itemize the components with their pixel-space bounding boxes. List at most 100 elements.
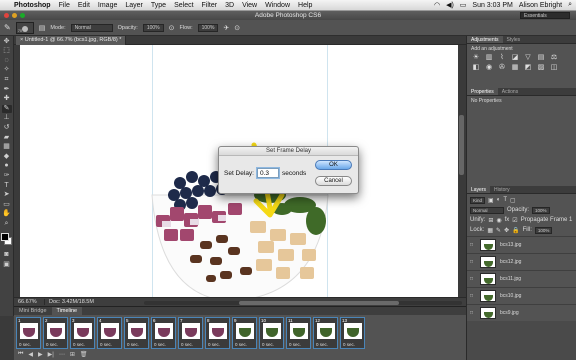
visibility-icon[interactable]: □: [470, 310, 476, 316]
pressure-size-icon[interactable]: ⊙: [234, 24, 240, 32]
frame-delay[interactable]: 0 sec.: [127, 342, 139, 347]
ok-button[interactable]: OK: [315, 160, 352, 170]
animation-frame[interactable]: 80 sec.: [205, 317, 230, 349]
animation-frame[interactable]: 12 0 sec.: [313, 317, 338, 349]
frame-delay[interactable]: 0 sec.: [316, 342, 328, 347]
color-lookup-icon[interactable]: ▦: [510, 64, 520, 72]
lock-pixels-icon[interactable]: ✎: [496, 227, 501, 234]
color-balance-icon[interactable]: ⚖: [549, 54, 559, 62]
menu-help[interactable]: Help: [298, 2, 312, 9]
menu-clock[interactable]: Sun 3:03 PM: [472, 2, 512, 9]
dodge-tool-icon[interactable]: ●: [2, 162, 12, 170]
unify-visibility-icon[interactable]: ◉: [496, 217, 501, 224]
delete-frame-icon[interactable]: 🗑: [80, 351, 88, 358]
frame-delay[interactable]: 0 sec.: [289, 342, 301, 347]
menu-3d[interactable]: 3D: [225, 2, 234, 9]
marquee-tool-icon[interactable]: ⬚: [2, 47, 12, 55]
exposure-icon[interactable]: ◪: [510, 54, 520, 62]
layer-row[interactable]: □ bcs12.jpg: [467, 253, 576, 270]
levels-icon[interactable]: ▥: [484, 54, 494, 62]
menu-type[interactable]: Type: [151, 2, 166, 9]
visibility-icon[interactable]: □: [470, 242, 476, 248]
tab-actions[interactable]: Actions: [498, 88, 522, 95]
animation-frame[interactable]: 13 0 sec.: [340, 317, 365, 349]
history-brush-tool-icon[interactable]: ↺: [2, 124, 12, 132]
mode-select[interactable]: Normal: [70, 23, 113, 32]
app-menu[interactable]: Photoshop: [14, 2, 51, 9]
blur-tool-icon[interactable]: ◆: [2, 153, 12, 161]
animation-frame[interactable]: 40 sec.: [97, 317, 122, 349]
layer-name[interactable]: bcs9.jpg: [500, 310, 519, 316]
delay-input[interactable]: [256, 167, 280, 179]
volume-icon[interactable]: ◀): [446, 1, 454, 9]
duplicate-frame-icon[interactable]: ⊞: [70, 351, 75, 358]
rectangle-tool-icon[interactable]: ▭: [2, 201, 12, 209]
document-size-info[interactable]: Doc: 3.42M/18.5M: [44, 299, 134, 305]
menu-view[interactable]: View: [242, 2, 257, 9]
minimize-window-icon[interactable]: [12, 13, 17, 18]
lock-all-icon[interactable]: 🔒: [512, 227, 519, 234]
threshold-icon[interactable]: ◫: [549, 64, 559, 72]
posterize-icon[interactable]: ▨: [536, 64, 546, 72]
quick-select-tool-icon[interactable]: ✧: [2, 66, 12, 74]
animation-frame[interactable]: 60 sec.: [151, 317, 176, 349]
hue-saturation-icon[interactable]: ▤: [536, 54, 546, 62]
wifi-icon[interactable]: ◠: [434, 1, 440, 9]
airbrush-icon[interactable]: ✈: [223, 24, 229, 32]
filter-shape-icon[interactable]: ▢: [510, 197, 516, 204]
vibrance-icon[interactable]: ▽: [523, 54, 533, 62]
tween-icon[interactable]: ⋯: [59, 351, 65, 358]
unify-style-icon[interactable]: fx: [505, 217, 510, 223]
channel-mixer-icon[interactable]: ✇: [497, 64, 507, 72]
unify-position-icon[interactable]: ⊞: [488, 217, 493, 224]
opacity-field[interactable]: 100%: [142, 23, 164, 32]
type-tool-icon[interactable]: T: [2, 182, 12, 190]
animation-frame[interactable]: 30 sec.: [70, 317, 95, 349]
menu-image[interactable]: Image: [98, 2, 117, 9]
eraser-tool-icon[interactable]: ▰: [2, 134, 12, 142]
cancel-button[interactable]: Cancel: [315, 176, 352, 186]
frame-delay[interactable]: 0 sec.: [235, 342, 247, 347]
curves-icon[interactable]: ⌇: [497, 54, 507, 62]
document-tab[interactable]: × Untitled-1 @ 66.7% (bcs1.jpg, RGB/8) *: [16, 36, 127, 45]
tab-history[interactable]: History: [490, 186, 514, 193]
healing-brush-tool-icon[interactable]: ✚: [2, 95, 12, 103]
menu-filter[interactable]: Filter: [202, 2, 218, 9]
crop-tool-icon[interactable]: ⌗: [2, 76, 12, 84]
lock-transparent-icon[interactable]: ▦: [487, 227, 493, 234]
tab-properties[interactable]: Properties: [467, 88, 498, 95]
layer-name[interactable]: bcs13.jpg: [500, 242, 521, 248]
brush-preset-picker[interactable]: 70: [15, 21, 34, 34]
zoom-level[interactable]: 66.67%: [14, 299, 44, 305]
layer-row[interactable]: □ bcs9.jpg: [467, 304, 576, 321]
path-selection-tool-icon[interactable]: ➤: [2, 191, 12, 199]
menu-layer[interactable]: Layer: [125, 2, 143, 9]
animation-frame[interactable]: 10 sec.: [16, 317, 41, 349]
pen-tool-icon[interactable]: ✑: [2, 172, 12, 180]
frame-delay[interactable]: 0 sec.: [100, 342, 112, 347]
eyedropper-tool-icon[interactable]: ✒: [2, 86, 12, 94]
invert-icon[interactable]: ◩: [523, 64, 533, 72]
animation-frame[interactable]: 11 0 sec.: [286, 317, 311, 349]
blend-mode-select[interactable]: Normal: [470, 206, 504, 214]
fill-field[interactable]: 100%: [534, 226, 553, 234]
brush-tool-icon[interactable]: ✎: [1, 104, 12, 113]
canvas-vertical-scrollbar[interactable]: [458, 45, 466, 297]
play-icon[interactable]: ▶: [38, 351, 43, 358]
menu-edit[interactable]: Edit: [78, 2, 90, 9]
frame-delay[interactable]: 0 sec.: [73, 342, 85, 347]
clone-stamp-tool-icon[interactable]: ⊥: [2, 114, 12, 122]
animation-frame[interactable]: 10 0 sec.: [259, 317, 284, 349]
flow-field[interactable]: 100%: [197, 23, 219, 32]
filter-type-icon[interactable]: T: [503, 197, 507, 203]
layer-name[interactable]: bcs11.jpg: [500, 276, 521, 282]
lock-position-icon[interactable]: ✥: [504, 227, 509, 234]
close-window-icon[interactable]: [4, 13, 9, 18]
frame-delay[interactable]: 0 sec.: [19, 342, 31, 347]
tab-adjustments[interactable]: Adjustments: [467, 36, 503, 43]
brush-panel-icon[interactable]: ▤: [39, 24, 46, 32]
previous-frame-icon[interactable]: ◀: [28, 351, 33, 358]
propagate-checkbox[interactable]: ☑: [512, 217, 517, 224]
filter-adjustment-icon[interactable]: ◐: [497, 197, 501, 203]
photo-filter-icon[interactable]: ◉: [484, 64, 494, 72]
